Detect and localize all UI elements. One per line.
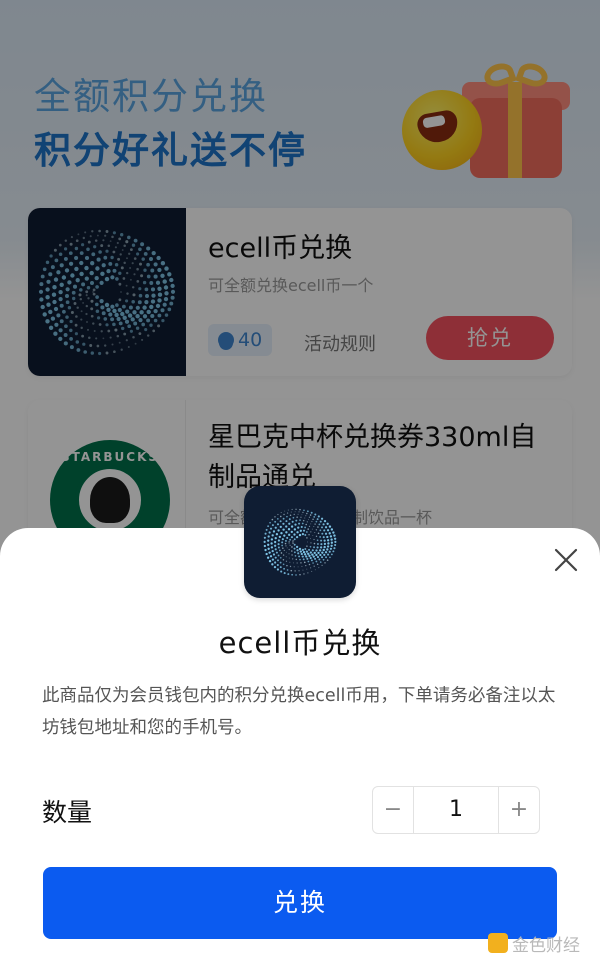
sheet-title: ecell币兑换 [218,626,382,660]
watermark: 金色财经 [488,930,580,956]
quantity-stepper: − 1 + [372,786,540,834]
watermark-text: 金色财经 [512,935,580,956]
quantity-input[interactable]: 1 [413,787,499,833]
spiral-logo-icon [244,486,356,598]
exchange-button[interactable]: 兑换 [43,867,557,939]
close-icon[interactable] [552,546,580,574]
watermark-logo-icon [488,933,508,953]
sheet-note: 此商品仅为会员钱包内的积分兑换ecell币用，下单请务必备注以太坊钱包地址和您的… [42,686,556,738]
quantity-label: 数量 [42,798,93,827]
decrease-button[interactable]: − [373,787,413,833]
increase-button[interactable]: + [499,787,539,833]
